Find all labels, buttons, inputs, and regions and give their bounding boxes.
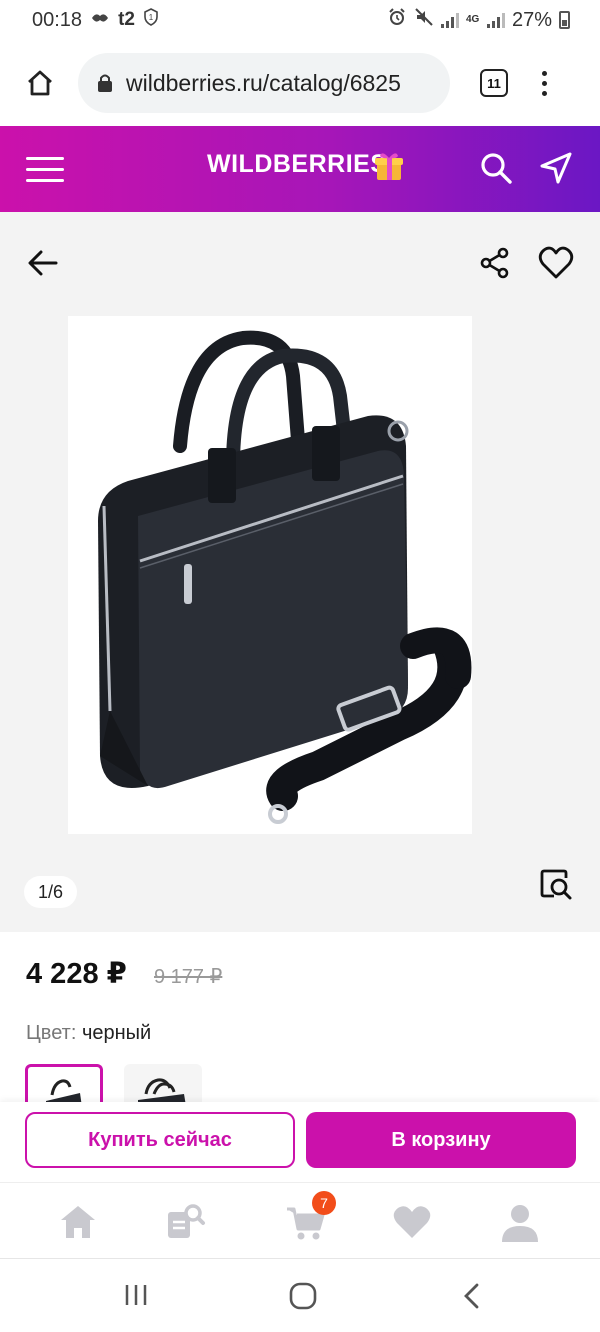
back-button[interactable] — [26, 246, 60, 285]
image-counter: 1/6 — [24, 876, 78, 908]
browser-menu-button[interactable] — [542, 70, 547, 96]
signal-icon — [440, 12, 459, 28]
browser-toolbar: wildberries.ru/catalog/6825 11 — [0, 40, 600, 126]
search-icon — [481, 153, 512, 184]
favorite-button[interactable] — [538, 246, 574, 285]
color-label: Цвет: — [26, 1022, 77, 1044]
color-selector-label: Цвет: черный — [26, 1022, 151, 1045]
tab-count: 11 — [487, 75, 501, 91]
status-time: 00:18 — [32, 8, 83, 31]
status-battery-text: 27% — [511, 8, 552, 31]
color-option[interactable] — [124, 1064, 202, 1106]
mute-icon — [414, 7, 434, 33]
chevron-left-icon — [464, 1283, 479, 1309]
color-value: черный — [81, 1022, 152, 1044]
home-circle-icon — [289, 1282, 317, 1310]
bag-thumbnail-2 — [138, 1078, 186, 1106]
search-button[interactable] — [478, 150, 514, 191]
battery-icon — [559, 11, 570, 29]
tab-switcher-button[interactable]: 11 — [480, 69, 508, 97]
share-button[interactable] — [478, 246, 512, 285]
product-gallery[interactable]: 1/6 — [0, 212, 600, 932]
buy-now-button[interactable]: Купить сейчас — [25, 1112, 295, 1168]
recent-apps-button[interactable] — [122, 1281, 150, 1314]
vpn-icon: 1 — [143, 8, 159, 32]
image-search-icon — [540, 869, 572, 900]
signal-icon-2 — [486, 12, 505, 28]
menu-button[interactable] — [26, 156, 64, 182]
address-bar[interactable]: wildberries.ru/catalog/6825 — [78, 53, 450, 113]
location-button[interactable] — [538, 150, 574, 191]
old-price: 9 177 ₽ — [154, 966, 223, 988]
profile-icon — [502, 1205, 538, 1242]
gift-icon — [375, 153, 403, 180]
back-system-button[interactable] — [458, 1281, 486, 1316]
zoom-button[interactable] — [538, 866, 574, 907]
bottom-navigation: 7 — [0, 1182, 600, 1258]
site-header: WILDBERRIES — [0, 126, 600, 212]
bag-image — [98, 330, 472, 824]
cart-badge: 7 — [312, 1191, 336, 1215]
home-button[interactable] — [20, 63, 60, 103]
nav-profile[interactable] — [499, 1201, 541, 1243]
home-icon — [61, 1206, 95, 1238]
nav-catalog[interactable] — [164, 1201, 206, 1243]
site-logo[interactable]: WILDBERRIES — [207, 150, 388, 179]
svg-text:1: 1 — [149, 13, 154, 22]
status-carrier: t2 — [118, 9, 135, 30]
status-bar: 00:18 t2 1 4G 27% — [0, 0, 600, 40]
share-icon — [480, 247, 509, 279]
color-option-selected[interactable] — [25, 1064, 103, 1106]
home-system-button[interactable] — [288, 1281, 318, 1316]
bag-thumbnail — [46, 1079, 82, 1106]
status-network: 4G — [465, 14, 480, 25]
url-text: wildberries.ru/catalog/6825 — [126, 69, 401, 96]
notification-icon — [90, 10, 110, 31]
alarm-icon — [387, 7, 407, 33]
system-navigation — [0, 1258, 600, 1332]
home-icon — [28, 70, 52, 96]
lock-icon — [98, 74, 112, 92]
current-price: 4 228 ₽ — [26, 958, 127, 990]
nav-favorites[interactable] — [391, 1201, 433, 1243]
product-photo[interactable] — [68, 316, 472, 834]
catalog-search-icon — [168, 1204, 205, 1238]
add-to-cart-button[interactable]: В корзину — [306, 1112, 576, 1168]
nav-home[interactable] — [57, 1201, 99, 1243]
purchase-actions: Купить сейчас В корзину — [0, 1102, 600, 1182]
arrow-left-icon — [28, 250, 58, 276]
recent-apps-icon — [125, 1285, 147, 1305]
location-arrow-icon — [540, 152, 572, 184]
heart-outline-icon — [538, 246, 574, 279]
heart-icon — [393, 1206, 431, 1238]
